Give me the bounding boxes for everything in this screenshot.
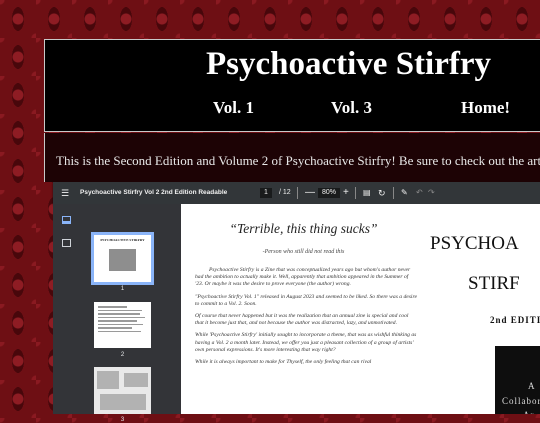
- redo-icon[interactable]: ↷: [428, 182, 435, 204]
- cover-box-line: Ar: [523, 410, 535, 414]
- zoom-out-button[interactable]: —: [305, 182, 315, 204]
- page-heading: “Terrible, this thing sucks”: [229, 221, 378, 236]
- outline-view-icon[interactable]: [62, 239, 71, 247]
- intro-text: This is the Second Edition and Volume 2 …: [56, 153, 540, 168]
- site-title: Psychoactive Stirfry: [206, 46, 491, 82]
- pdf-toolbar: ☰ Psychoactive Stirfry Vol 2 2nd Edition…: [53, 182, 540, 204]
- cover-box-line: A: [528, 381, 536, 391]
- zoom-in-button[interactable]: +: [343, 182, 349, 204]
- annotate-icon[interactable]: ✎: [401, 182, 408, 204]
- thumbnail-image: [97, 371, 119, 389]
- thumbnail-number: 3: [120, 417, 125, 423]
- page-paragraph: While it is always important to make for…: [195, 359, 372, 366]
- thumbnail-page-1[interactable]: PSYCHOACTIVE STIRFRY: [91, 232, 154, 285]
- page-total: / 12: [279, 189, 291, 196]
- site-header: Psychoactive Stirfry Vol. 1 Vol. 3 Home!: [44, 39, 540, 132]
- nav-vol-3[interactable]: Vol. 3: [331, 98, 372, 118]
- zoom-level-input[interactable]: 80%: [318, 188, 341, 198]
- undo-icon[interactable]: ↶: [416, 182, 423, 204]
- thumbnail-image: [124, 373, 148, 387]
- thumbnail-number: 2: [120, 352, 125, 358]
- page-body: Psychoactive Stirfry is a Zine that was …: [195, 267, 417, 371]
- page-number-input[interactable]: 1: [260, 188, 272, 198]
- page-subheading: -Person who still did not read this: [262, 249, 345, 255]
- thumbnail-text-lines: [98, 306, 147, 334]
- thumbnail-image: [109, 249, 136, 271]
- document-title: Psychoactive Stirfry Vol 2 2nd Edition R…: [80, 189, 228, 196]
- pdf-page-2: PSYCHOA STIRF 2nd EDITI A Collabora Ar: [426, 204, 540, 414]
- nav-vol-1[interactable]: Vol. 1: [213, 98, 254, 118]
- pdf-page-1: “Terrible, this thing sucks” -Person who…: [181, 204, 426, 414]
- thumbnail-title: PSYCHOACTIVE STIRFRY: [100, 238, 145, 242]
- nav-home[interactable]: Home!: [461, 98, 510, 118]
- thumbnail-page-2[interactable]: [94, 302, 151, 348]
- cover-edition: 2nd EDITI: [490, 315, 540, 325]
- toolbar-divider: [297, 187, 298, 199]
- rotate-icon[interactable]: ↻: [378, 182, 386, 204]
- thumbnail-page-3[interactable]: [94, 367, 151, 414]
- thumbnails-view-icon[interactable]: [62, 216, 71, 224]
- cover-title-line1: PSYCHOA: [430, 233, 519, 254]
- thumbnail-sidebar: PSYCHOACTIVE STIRFRY 1 2 3: [53, 204, 181, 423]
- page-paragraph: While 'Psychoactive Stirfry' initially s…: [195, 332, 417, 353]
- fit-page-icon[interactable]: ▤: [363, 182, 371, 204]
- toolbar-divider: [393, 187, 394, 199]
- page-paragraph: "Psychoactive Stirfry Vol. 1" released i…: [195, 293, 417, 307]
- toolbar-divider: [355, 187, 356, 199]
- thumbnail-number: 1: [120, 286, 125, 292]
- page-paragraph: Of course that never happened but it was…: [195, 313, 409, 327]
- thumbnail-image: [100, 394, 146, 410]
- menu-icon[interactable]: ☰: [61, 182, 69, 204]
- page-paragraph: Psychoactive Stirfry is a Zine that was …: [195, 267, 411, 288]
- cover-title-line2: STIRF: [468, 273, 520, 294]
- site-nav: Vol. 1 Vol. 3 Home!: [45, 98, 540, 126]
- cover-image: A Collabora Ar: [495, 346, 540, 414]
- pdf-viewer: ☰ Psychoactive Stirfry Vol 2 2nd Edition…: [53, 182, 540, 423]
